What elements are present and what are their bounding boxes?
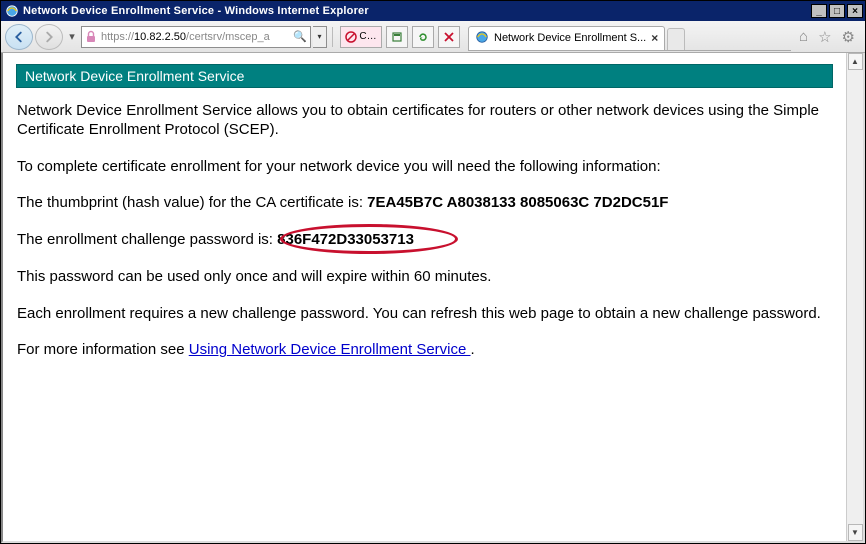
content-viewport: Network Device Enrollment Service Networ… xyxy=(1,53,865,543)
tab-close-button[interactable]: × xyxy=(651,31,658,45)
tab-strip: Network Device Enrollment S... × xyxy=(468,23,791,51)
refresh-paragraph: Each enrollment requires a new challenge… xyxy=(17,305,832,324)
thumbprint-prefix: The thumbprint (hash value) for the CA c… xyxy=(17,194,367,211)
new-tab-button[interactable] xyxy=(667,28,685,50)
toolbar-right-icons: ⌂ ☆ ⚙ xyxy=(793,28,861,46)
toolbar-separator xyxy=(332,27,333,47)
compat-icon-button[interactable] xyxy=(386,26,408,48)
thumbprint-value: 7EA45B7C A8038133 8085063C 7D2DC51F xyxy=(367,194,668,211)
forward-button[interactable] xyxy=(35,24,63,50)
address-text: https://10.82.2.50/certsrv/mscep_a xyxy=(101,31,289,43)
moreinfo-prefix: For more information see xyxy=(17,341,189,358)
intro-paragraph: Network Device Enrollment Service allows… xyxy=(17,102,832,140)
close-button[interactable]: × xyxy=(847,4,863,18)
challenge-password-value: 836F472D33053713 xyxy=(277,231,414,248)
expiry-paragraph: This password can be used only once and … xyxy=(17,268,832,287)
page-title-bar: Network Device Enrollment Service xyxy=(16,64,833,88)
moreinfo-link[interactable]: Using Network Device Enrollment Service xyxy=(189,341,471,358)
thumbprint-line: The thumbprint (hash value) for the CA c… xyxy=(17,194,832,213)
back-button[interactable] xyxy=(5,24,33,50)
maximize-button[interactable]: □ xyxy=(829,4,845,18)
scroll-up-button[interactable]: ▲ xyxy=(848,53,863,70)
search-icon[interactable]: 🔍 xyxy=(292,30,308,43)
vertical-scrollbar[interactable]: ▲ ▼ xyxy=(846,53,863,541)
ie-logo-icon xyxy=(5,4,19,18)
browser-toolbar: ▾ https://10.82.2.50/certsrv/mscep_a 🔍 ▾… xyxy=(1,21,865,53)
window-titlebar: Network Device Enrollment Service - Wind… xyxy=(1,1,865,21)
window-title: Network Device Enrollment Service - Wind… xyxy=(23,5,809,17)
tab-favicon-icon xyxy=(475,30,489,47)
challenge-prefix: The enrollment challenge password is: xyxy=(17,231,277,248)
stop-button[interactable] xyxy=(438,26,460,48)
challenge-line: The enrollment challenge password is: 83… xyxy=(17,231,832,250)
moreinfo-paragraph: For more information see Using Network D… xyxy=(17,341,832,360)
tools-gear-icon[interactable]: ⚙ xyxy=(842,28,855,46)
page-body: Network Device Enrollment Service Networ… xyxy=(3,53,846,541)
address-dropdown[interactable]: ▾ xyxy=(313,26,327,48)
instructions-paragraph: To complete certificate enrollment for y… xyxy=(17,158,832,177)
minimize-button[interactable]: _ xyxy=(811,4,827,18)
compat-view-button[interactable]: C… xyxy=(340,26,382,48)
refresh-button[interactable] xyxy=(412,26,434,48)
moreinfo-suffix: . xyxy=(471,341,475,358)
compat-view-label: C… xyxy=(359,31,376,42)
lock-icon xyxy=(84,30,98,44)
home-icon[interactable]: ⌂ xyxy=(799,28,808,45)
address-bar[interactable]: https://10.82.2.50/certsrv/mscep_a 🔍 xyxy=(81,26,311,48)
favorites-icon[interactable]: ☆ xyxy=(818,28,831,46)
nav-history-dropdown[interactable]: ▾ xyxy=(65,24,79,50)
tab-title: Network Device Enrollment S... xyxy=(494,32,646,44)
scroll-down-button[interactable]: ▼ xyxy=(848,524,863,541)
tab-active[interactable]: Network Device Enrollment S... × xyxy=(468,26,665,50)
